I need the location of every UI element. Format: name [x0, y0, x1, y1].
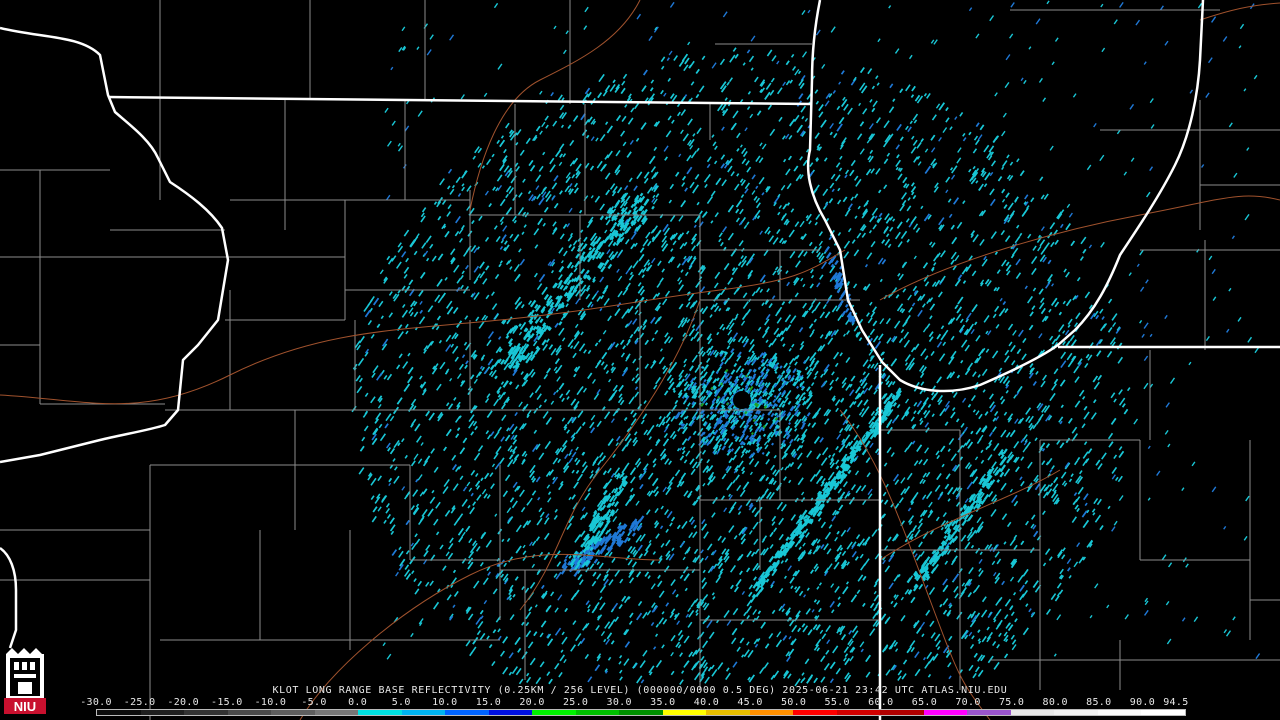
colorbar-label: 50.0 [780, 697, 807, 708]
colorbar-swatch [793, 710, 837, 715]
colorbar-label: 60.0 [868, 697, 894, 708]
radar-site-marker [733, 391, 751, 409]
colorbar-label: -25.0 [123, 697, 156, 708]
colorbar-swatch [227, 710, 272, 715]
colorbar-label: -5.0 [301, 697, 327, 708]
colorbar-swatch [358, 710, 402, 715]
colorbar-swatch [923, 710, 968, 715]
colorbar-swatch [401, 710, 446, 715]
colorbar-swatch [314, 710, 359, 715]
colorbar-swatch [488, 710, 533, 715]
colorbar-swatch [271, 710, 315, 715]
colorbar-swatch [575, 710, 620, 715]
colorbar-swatch [749, 710, 794, 715]
colorbar-swatch [1054, 710, 1098, 715]
colorbar-swatch [184, 710, 228, 715]
colorbar-label: 65.0 [911, 697, 938, 708]
colorbar-swatch [1097, 710, 1142, 715]
logo-text: NIU [14, 699, 36, 714]
colorbar [96, 709, 1186, 716]
colorbar-label: -20.0 [167, 697, 199, 708]
colorbar-swatch [445, 710, 489, 715]
colorbar-label: 15.0 [475, 697, 502, 708]
colorbar-swatch [836, 710, 881, 715]
colorbar-label: 85.0 [1086, 697, 1112, 708]
colorbar-swatch [967, 710, 1011, 715]
colorbar-label: 25.0 [562, 697, 589, 708]
colorbar-label: 90.0 [1129, 697, 1156, 708]
colorbar-label: 80.0 [1042, 697, 1068, 708]
colorbar-swatch [619, 710, 663, 715]
niu-logo: NIU [4, 648, 46, 714]
colorbar-label: -15.0 [210, 697, 243, 708]
colorbar-labels: -30.0 -25.0 -20.0 -15.0 -10.0 -5.0 0.0 5.0 10.0 1… [80, 697, 1189, 708]
colorbar-swatch [532, 710, 576, 715]
colorbar-swatch [880, 710, 924, 715]
colorbar-swatch [97, 710, 141, 715]
colorbar-label: 75.0 [998, 697, 1025, 708]
colorbar-swatch [662, 710, 707, 715]
colorbar-swatch [140, 710, 185, 715]
colorbar-label: -10.0 [254, 697, 287, 708]
colorbar-label: 5.0 [391, 697, 411, 708]
colorbar-swatch [1010, 710, 1055, 715]
colorbar-label: -30.0 [80, 697, 112, 708]
radar-map [0, 0, 1280, 720]
colorbar-label: 0.0 [348, 697, 368, 708]
product-caption: KLOT LONG RANGE BASE REFLECTIVITY (0.25K… [272, 685, 1008, 696]
colorbar-swatch [706, 710, 750, 715]
colorbar-label: 45.0 [737, 697, 763, 708]
colorbar-label: 35.0 [650, 697, 676, 708]
colorbar-label: 94.5 [1163, 697, 1189, 708]
colorbar-label: 10.0 [432, 697, 458, 708]
colorbar-swatch [1141, 710, 1185, 715]
colorbar-label: 20.0 [519, 697, 545, 708]
colorbar-label: 30.0 [606, 697, 632, 708]
colorbar-label: 40.0 [693, 697, 720, 708]
colorbar-label: 70.0 [955, 697, 981, 708]
colorbar-label: 55.0 [824, 697, 850, 708]
